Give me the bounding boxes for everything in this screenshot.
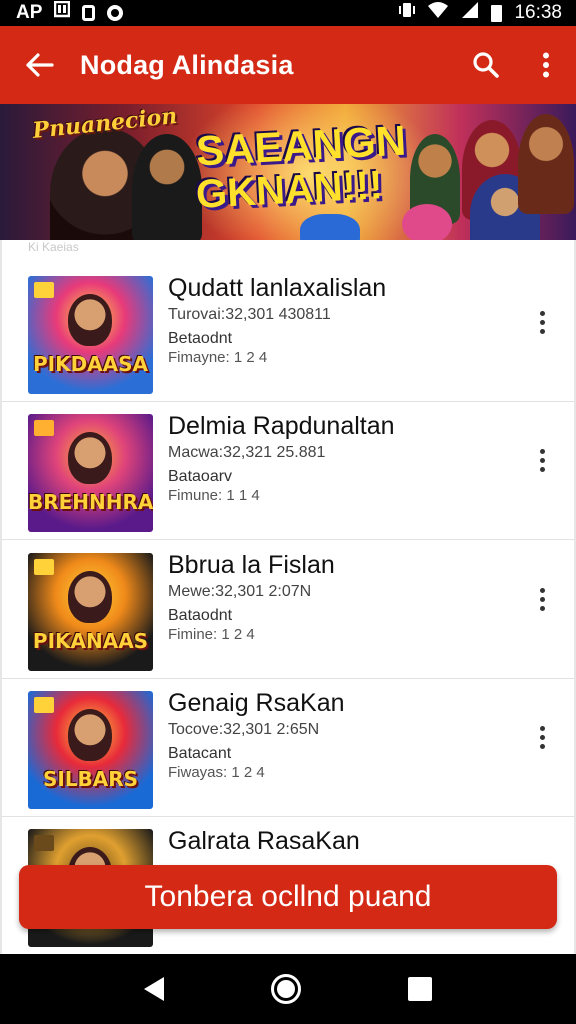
search-icon bbox=[473, 52, 499, 78]
banner-figure-7 bbox=[402, 204, 452, 240]
item-more-vert-icon[interactable] bbox=[530, 717, 554, 757]
game-thumbnail[interactable]: PIKDAASA bbox=[28, 276, 153, 394]
item-meta: Macwa:32,321 25.881 bbox=[168, 444, 326, 461]
thumbnail-badge bbox=[34, 559, 54, 575]
nav-back-icon[interactable] bbox=[143, 977, 164, 1001]
status-bar: AP 16:38 bbox=[0, 0, 576, 26]
signal-icon bbox=[461, 1, 479, 25]
list-item[interactable]: SILBARS Genaig RsaKan Tocove:32,301 2:65N B… bbox=[2, 679, 574, 817]
thumbnail-title: PIKDAASA bbox=[32, 352, 149, 376]
sim-icon bbox=[82, 5, 96, 21]
item-meta: Tocove:32,301 2:65N bbox=[168, 721, 320, 738]
item-category: Betaodnt bbox=[168, 330, 233, 347]
list-item[interactable]: BREHNHRA Delmia Rapdunaltan Macwa:32,321 2… bbox=[2, 402, 574, 540]
game-thumbnail[interactable]: PIKANAAS bbox=[28, 553, 153, 671]
thumbnail-title: BREHNHRA bbox=[28, 490, 153, 514]
app-bar: Nodag Alindasia bbox=[0, 26, 576, 104]
primary-action-button[interactable]: Tonbera ocllnd puand bbox=[19, 865, 557, 929]
status-carrier-text: AP bbox=[16, 2, 43, 23]
back-button[interactable] bbox=[0, 26, 80, 104]
status-bar-right: 16:38 bbox=[399, 1, 562, 25]
thumbnail-character bbox=[68, 294, 112, 346]
item-meta: Turovai:32,301 430811 bbox=[168, 306, 331, 323]
notification-icon bbox=[54, 0, 71, 25]
banner-figure-2 bbox=[132, 134, 202, 240]
item-more-vert-icon[interactable] bbox=[530, 579, 554, 619]
promo-banner[interactable]: Pnuanecion SAEANGN GKNAN!!! bbox=[0, 104, 576, 240]
game-thumbnail[interactable]: SILBARS bbox=[28, 691, 153, 809]
thumbnail-character bbox=[68, 432, 112, 484]
thumbnail-badge bbox=[34, 420, 54, 436]
overflow-menu-button[interactable] bbox=[516, 26, 576, 104]
status-bar-left: AP bbox=[16, 0, 124, 25]
thumbnail-character bbox=[68, 571, 112, 623]
more-vert-icon bbox=[543, 52, 549, 78]
item-title: Qudatt lanlaxalislan bbox=[168, 274, 387, 302]
system-nav-bar bbox=[0, 954, 576, 1024]
item-title: Galrata RasaKan bbox=[168, 827, 360, 855]
nav-home-icon[interactable] bbox=[270, 974, 301, 1004]
thumbnail-title: SILBARS bbox=[42, 767, 139, 791]
item-details: Fimune: 1 1 4 bbox=[168, 487, 260, 504]
banner-figure-8 bbox=[300, 214, 360, 240]
item-details: Fimine: 1 2 4 bbox=[168, 626, 255, 643]
page-title: Nodag Alindasia bbox=[80, 49, 294, 80]
item-title: Bbrua la Fislan bbox=[168, 551, 335, 579]
item-details: Fimayne: 1 2 4 bbox=[168, 349, 268, 366]
list-item[interactable]: PIKDAASA Qudatt lanlaxalislan Turovai:32,3… bbox=[2, 264, 574, 402]
item-category: Bataodnt bbox=[168, 607, 233, 624]
search-button[interactable] bbox=[456, 26, 516, 104]
item-title: Genaig RsaKan bbox=[168, 689, 345, 717]
back-arrow-icon bbox=[26, 53, 54, 77]
item-more-vert-icon[interactable] bbox=[530, 440, 554, 480]
item-title: Delmia Rapdunaltan bbox=[168, 412, 395, 440]
thumbnail-badge bbox=[34, 697, 54, 713]
wifi-icon bbox=[427, 1, 449, 25]
game-list: Ki Kaeias PIKDAASA Qudatt lanlaxalislan Tu… bbox=[0, 240, 576, 954]
thumbnail-badge bbox=[34, 835, 54, 851]
item-category: Batacant bbox=[168, 745, 232, 762]
thumbnail-character bbox=[68, 709, 112, 761]
game-thumbnail[interactable]: BREHNHRA bbox=[28, 414, 153, 532]
banner-figure-6 bbox=[518, 114, 574, 214]
item-more-vert-icon[interactable] bbox=[530, 302, 554, 342]
thumbnail-title: PIKANAAS bbox=[32, 629, 149, 653]
list-item[interactable]: PIKANAAS Bbrua la Fislan Mewe:32,301 2:07N… bbox=[2, 541, 574, 679]
vibrate-icon bbox=[399, 1, 416, 25]
item-details: Fiwayas: 1 2 4 bbox=[168, 764, 265, 781]
thumbnail-badge bbox=[34, 282, 54, 298]
list-section-header: Ki Kaeias bbox=[28, 240, 79, 254]
status-time: 16:38 bbox=[514, 2, 562, 23]
item-meta: Mewe:32,301 2:07N bbox=[168, 583, 312, 600]
sync-icon bbox=[107, 5, 124, 21]
nav-recents-icon[interactable] bbox=[408, 977, 433, 1001]
battery-icon bbox=[491, 4, 503, 22]
item-category: Bataoarv bbox=[168, 468, 233, 485]
